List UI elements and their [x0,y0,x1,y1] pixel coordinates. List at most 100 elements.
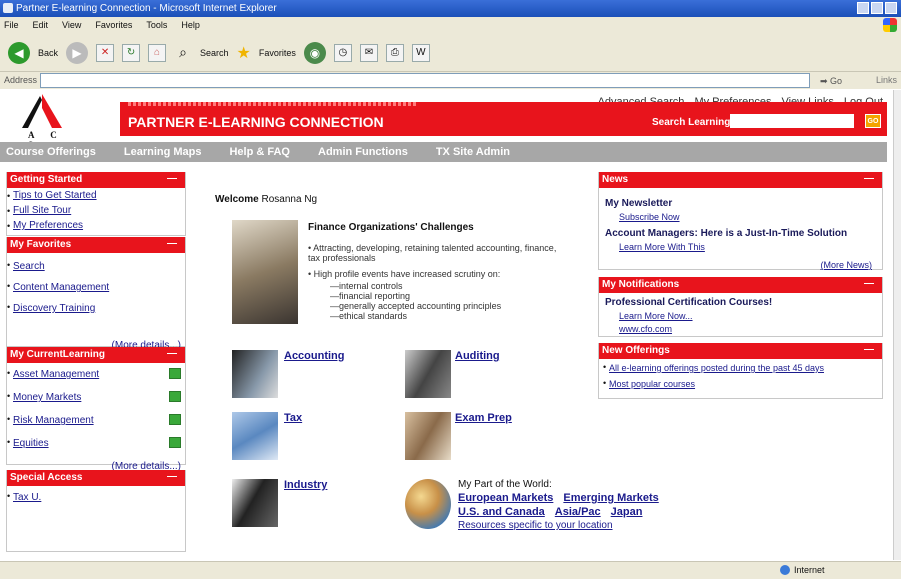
site-title: PARTNER E-LEARNING CONNECTION [128,114,384,130]
tax-label[interactable]: Tax [284,412,302,424]
search-learning-input[interactable] [730,114,854,128]
asia-pac-link[interactable]: Asia/Pac [555,506,601,518]
scrutiny-item: —internal controls [330,281,403,291]
exam-prep-label[interactable]: Exam Prep [455,412,512,424]
address-input[interactable] [40,73,810,88]
minimize-icon[interactable] [857,2,869,14]
tax-link[interactable]: Tax [284,412,302,424]
header-stripe [128,102,418,106]
asset-mgmt-link[interactable]: Asset Management [13,369,99,380]
tips-link[interactable]: Tips to Get Started [13,190,97,201]
list-item: Content Management [7,278,185,295]
launch-icon[interactable] [169,368,181,379]
accounting-link[interactable]: Accounting [284,350,345,362]
collapse-icon[interactable]: — [167,346,177,362]
home-icon[interactable]: ⌂ [148,43,167,62]
mail-icon[interactable]: ✉ [359,43,378,62]
collapse-icon[interactable]: — [864,342,874,358]
launch-icon[interactable] [169,437,181,448]
favorites-star-icon[interactable]: ★ [237,43,251,63]
auditing-photo [405,350,451,398]
current-learning-title: My CurrentLearning [10,349,106,360]
back-button-label[interactable]: Back [38,48,58,58]
nav-help-faq[interactable]: Help & FAQ [229,146,290,158]
links-label[interactable]: Links [876,72,897,89]
history-icon[interactable]: ◷ [333,43,352,62]
collapse-icon[interactable]: — [167,469,177,485]
search-icon[interactable]: ⌕ [174,44,192,62]
auditing-label[interactable]: Auditing [455,350,500,362]
us-canada-link[interactable]: U.S. and Canada [458,506,545,518]
emerging-markets-link[interactable]: Emerging Markets [563,492,658,504]
accounting-label[interactable]: Accounting [284,350,345,362]
exam-prep-link[interactable]: Exam Prep [455,412,512,424]
collapse-icon[interactable]: — [167,236,177,252]
search-button-label[interactable]: Search [200,48,229,58]
collapse-icon[interactable]: — [864,171,874,187]
discovery-link[interactable]: Discovery Training [13,303,95,314]
go-button[interactable]: ➡ Go [820,73,842,90]
refresh-icon[interactable]: ↻ [122,43,141,62]
collapse-icon[interactable]: — [864,276,874,292]
cfo-link[interactable]: www.cfo.com [619,324,672,334]
money-markets-link[interactable]: Money Markets [13,392,81,403]
stop-icon[interactable]: ✕ [96,43,115,62]
risk-mgmt-link[interactable]: Risk Management [13,415,94,426]
equities-link[interactable]: Equities [13,438,49,449]
menu-edit[interactable]: Edit [33,17,49,34]
menu-file[interactable]: File [4,17,19,34]
nav-learning-maps[interactable]: Learning Maps [124,146,202,158]
media-icon[interactable]: ◉ [303,41,326,64]
subscribe-link[interactable]: Subscribe Now [619,212,680,222]
tax-u-link[interactable]: Tax U. [13,492,41,503]
vertical-scrollbar[interactable] [893,90,901,560]
new-offerings-title: New Offerings [602,345,670,356]
auditing-link[interactable]: Auditing [455,350,500,362]
japan-link[interactable]: Japan [611,506,643,518]
all-offerings-link[interactable]: All e-learning offerings posted during t… [609,363,824,373]
restore-icon[interactable] [871,2,883,14]
back-arrow-icon[interactable]: ◀ [8,41,30,64]
challenges-title: Finance Organizations' Challenges [308,222,474,233]
world-label: My Part of the World: [458,479,552,490]
forward-arrow-icon[interactable]: ▶ [66,41,89,64]
favorites-button-label[interactable]: Favorites [259,48,296,58]
menu-help[interactable]: Help [181,17,200,34]
security-zone: Internet [780,565,825,575]
popular-courses-link[interactable]: Most popular courses [609,379,695,389]
nav-course-offerings[interactable]: Course Offerings [6,146,96,158]
european-markets-link[interactable]: European Markets [458,492,553,504]
resources-link[interactable]: Resources specific to your location [458,520,613,531]
industry-label[interactable]: Industry [284,479,327,491]
industry-link[interactable]: Industry [284,479,327,491]
menu-tools[interactable]: Tools [146,17,167,34]
search-go-button[interactable]: GO [865,114,881,128]
learn-more-link[interactable]: Learn More With This [619,242,705,252]
preferences-link[interactable]: My Preferences [13,220,83,231]
more-news-link[interactable]: (More News) [820,260,872,270]
print-icon[interactable]: ⎙ [385,43,404,62]
content-mgmt-link[interactable]: Content Management [13,282,109,293]
certification-title: Professional Certification Courses! [605,297,773,308]
window-controls [857,2,897,14]
launch-icon[interactable] [169,391,181,402]
more-news-row: (More News) [605,260,876,270]
nav-admin-functions[interactable]: Admin Functions [318,146,408,158]
menu-favorites[interactable]: Favorites [95,17,132,34]
list-item: Money Markets [7,388,185,405]
learn-more-now-link[interactable]: Learn More Now... [619,311,693,321]
search-fav-link[interactable]: Search [13,261,45,272]
exam-prep-photo [405,412,451,460]
collapse-icon[interactable]: — [167,171,177,187]
site-tour-link[interactable]: Full Site Tour [13,205,71,216]
nav-tx-site-admin[interactable]: TX Site Admin [436,146,510,158]
edit-icon[interactable]: W [411,43,430,62]
acs-logo: A C S [22,94,72,150]
windows-logo-icon [883,18,897,32]
accounting-photo [232,350,278,398]
menu-view[interactable]: View [62,17,81,34]
launch-icon[interactable] [169,414,181,425]
scrutiny-item: —financial reporting [330,291,411,301]
close-icon[interactable] [885,2,897,14]
special-access-title: Special Access [10,472,83,483]
